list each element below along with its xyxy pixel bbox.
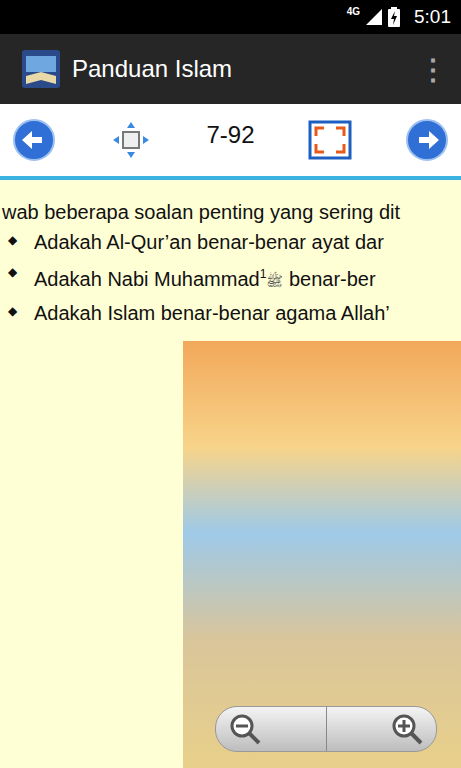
bullet: ◆ — [8, 226, 20, 254]
toolbar: 7-92 — [0, 104, 461, 180]
book-logo-icon[interactable] — [22, 50, 60, 88]
zoom-controls — [215, 706, 437, 752]
page-content: wab beberapa soalan penting yang sering … — [0, 180, 461, 768]
battery-icon — [388, 7, 400, 27]
bullet-item: ◆ Adakah Islam benar-benar agama Allah’ — [0, 297, 461, 329]
bullet: ◆ — [8, 258, 20, 286]
footnote-ref[interactable]: 1 — [260, 267, 267, 281]
signal-icon — [366, 9, 382, 25]
status-bar: 4G 5:01 — [0, 0, 461, 34]
screen: 4G 5:01 Panduan Islam ⋮ 7-92 wab beberapa soa… — [0, 0, 461, 768]
bullet: ◆ — [8, 297, 20, 325]
app-title: Panduan Islam — [72, 55, 407, 83]
bullet-text: Adakah Islam benar-benar agama Allah’ — [34, 297, 390, 329]
honorific: ﷺ — [266, 273, 283, 289]
back-arrow-icon[interactable] — [12, 118, 56, 162]
bullet-text: Adakah Nabi Muhammadﷺ1 benar-ber — [34, 258, 376, 297]
zoom-in-button[interactable] — [326, 707, 437, 751]
zoom-out-button[interactable] — [216, 707, 326, 751]
page-indicator: 7-92 — [206, 121, 254, 149]
bullet-text: Adakah Al-Qur’an benar-benar ayat dar — [34, 226, 384, 258]
lead-text: wab beberapa soalan penting yang sering … — [0, 198, 461, 226]
bullet-item: ◆ Adakah Nabi Muhammadﷺ1 benar-ber — [0, 258, 461, 297]
zoom-in-icon — [390, 712, 424, 746]
forward-arrow-icon[interactable] — [405, 118, 449, 162]
app-bar: Panduan Islam ⋮ — [0, 34, 461, 104]
fullscreen-icon[interactable] — [308, 120, 352, 160]
move-icon[interactable] — [109, 118, 153, 162]
overflow-menu[interactable]: ⋮ — [419, 53, 447, 86]
network-label: 4G — [347, 6, 360, 17]
bullet-item: ◆ Adakah Al-Qur’an benar-benar ayat dar — [0, 226, 461, 258]
clock: 5:01 — [414, 6, 451, 28]
zoom-out-icon — [228, 712, 262, 746]
illustration — [183, 341, 461, 768]
